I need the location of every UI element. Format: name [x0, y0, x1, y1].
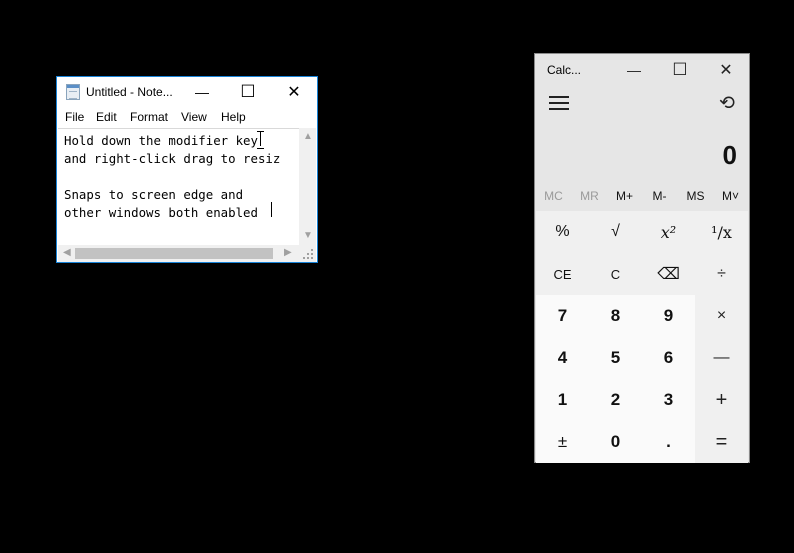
negate-button[interactable]: ± — [536, 421, 589, 463]
reciprocal-button[interactable]: ¹/x — [695, 211, 748, 253]
subtract-button[interactable]: — — [695, 337, 748, 379]
menu-help[interactable]: Help — [221, 110, 246, 124]
menu-view[interactable]: View — [181, 110, 207, 124]
digit-2-button[interactable]: 2 — [589, 379, 642, 421]
notepad-maximize-button[interactable]: ☐ — [225, 77, 271, 107]
maximize-icon: ☐ — [240, 82, 256, 101]
equals-button[interactable]: = — [695, 421, 748, 463]
scroll-left-arrow-icon[interactable]: ◀ — [63, 247, 71, 258]
add-button[interactable]: + — [695, 379, 748, 421]
text-caret — [271, 202, 272, 217]
text-line: and right-click drag to resiz — [64, 151, 281, 166]
digit-9-button[interactable]: 9 — [642, 295, 695, 337]
menu-file[interactable]: File — [65, 110, 84, 124]
memory-add-button[interactable]: M+ — [607, 189, 642, 203]
notepad-horizontal-scrollbar[interactable]: ◀ ▶ — [58, 245, 299, 262]
menu-edit[interactable]: Edit — [96, 110, 117, 124]
digit-4-button[interactable]: 4 — [536, 337, 589, 379]
close-icon: ✕ — [287, 84, 301, 101]
calculator-title: Calc... — [547, 63, 582, 77]
history-icon[interactable]: ⟲ — [716, 92, 738, 114]
backspace-icon: ⌫ — [657, 266, 680, 283]
notepad-vertical-scrollbar[interactable]: ▲ ▼ — [299, 128, 316, 246]
memory-recall-button[interactable]: MR — [572, 189, 607, 203]
notepad-close-button[interactable]: ✕ — [271, 77, 317, 107]
calculator-display: 0 — [722, 140, 737, 170]
notepad-menubar: File Edit Format View Help — [57, 107, 317, 127]
backspace-button[interactable]: ⌫ — [642, 253, 695, 295]
multiply-button[interactable]: × — [695, 295, 748, 337]
calculator-close-button[interactable]: ✕ — [703, 54, 749, 86]
clear-entry-button[interactable]: CE — [536, 253, 589, 295]
digit-3-button[interactable]: 3 — [642, 379, 695, 421]
minimize-icon: — — [195, 84, 209, 100]
text-line: other windows both enabled — [64, 205, 258, 220]
memory-store-button[interactable]: MS — [678, 189, 713, 203]
resize-grip-icon[interactable] — [299, 245, 316, 262]
calculator-minimize-button[interactable]: — — [611, 54, 657, 86]
divide-button[interactable]: ÷ — [695, 253, 748, 295]
digit-6-button[interactable]: 6 — [642, 337, 695, 379]
scroll-up-arrow-icon[interactable]: ▲ — [303, 131, 313, 142]
hamburger-menu-icon[interactable] — [549, 96, 569, 110]
calculator-maximize-button[interactable]: ☐ — [657, 54, 703, 86]
horizontal-scroll-thumb[interactable] — [75, 248, 273, 259]
ibeam-cursor-icon — [257, 131, 264, 149]
digit-1-button[interactable]: 1 — [536, 379, 589, 421]
square-root-button[interactable]: √ — [589, 211, 642, 253]
close-icon: ✕ — [719, 62, 733, 79]
memory-clear-button[interactable]: MC — [536, 189, 571, 203]
notepad-app-icon — [66, 84, 80, 100]
digit-5-button[interactable]: 5 — [589, 337, 642, 379]
notepad-title: Untitled - Note... — [86, 85, 173, 99]
percent-button[interactable]: % — [536, 211, 589, 253]
square-button[interactable]: x² — [642, 211, 695, 253]
clear-button[interactable]: C — [589, 253, 642, 295]
menu-format[interactable]: Format — [130, 110, 168, 124]
digit-0-button[interactable]: 0 — [589, 421, 642, 463]
memory-row: MC MR M+ M- MS M˅ — [535, 184, 749, 210]
notepad-minimize-button[interactable]: — — [179, 77, 225, 107]
text-line: Hold down the modifier key — [64, 133, 258, 148]
memory-list-button[interactable]: M˅ — [713, 189, 748, 203]
notepad-window: Untitled - Note... — ☐ ✕ File Edit Forma… — [56, 76, 318, 263]
scroll-right-arrow-icon[interactable]: ▶ — [284, 247, 292, 258]
maximize-icon: ☐ — [672, 60, 688, 79]
notepad-text-area[interactable]: Hold down the modifier key and right-cli… — [58, 128, 316, 246]
decimal-button[interactable]: . — [642, 421, 695, 463]
calculator-window: Calc... — ☐ ✕ ⟲ 0 MC MR M+ M- MS M˅ % √ … — [534, 53, 750, 463]
minimize-icon: — — [627, 62, 641, 78]
digit-7-button[interactable]: 7 — [536, 295, 589, 337]
text-line: Snaps to screen edge and — [64, 187, 244, 202]
notepad-titlebar[interactable]: Untitled - Note... — ☐ ✕ — [57, 77, 317, 107]
digit-8-button[interactable]: 8 — [589, 295, 642, 337]
scroll-down-arrow-icon[interactable]: ▼ — [303, 230, 313, 241]
memory-subtract-button[interactable]: M- — [642, 189, 677, 203]
